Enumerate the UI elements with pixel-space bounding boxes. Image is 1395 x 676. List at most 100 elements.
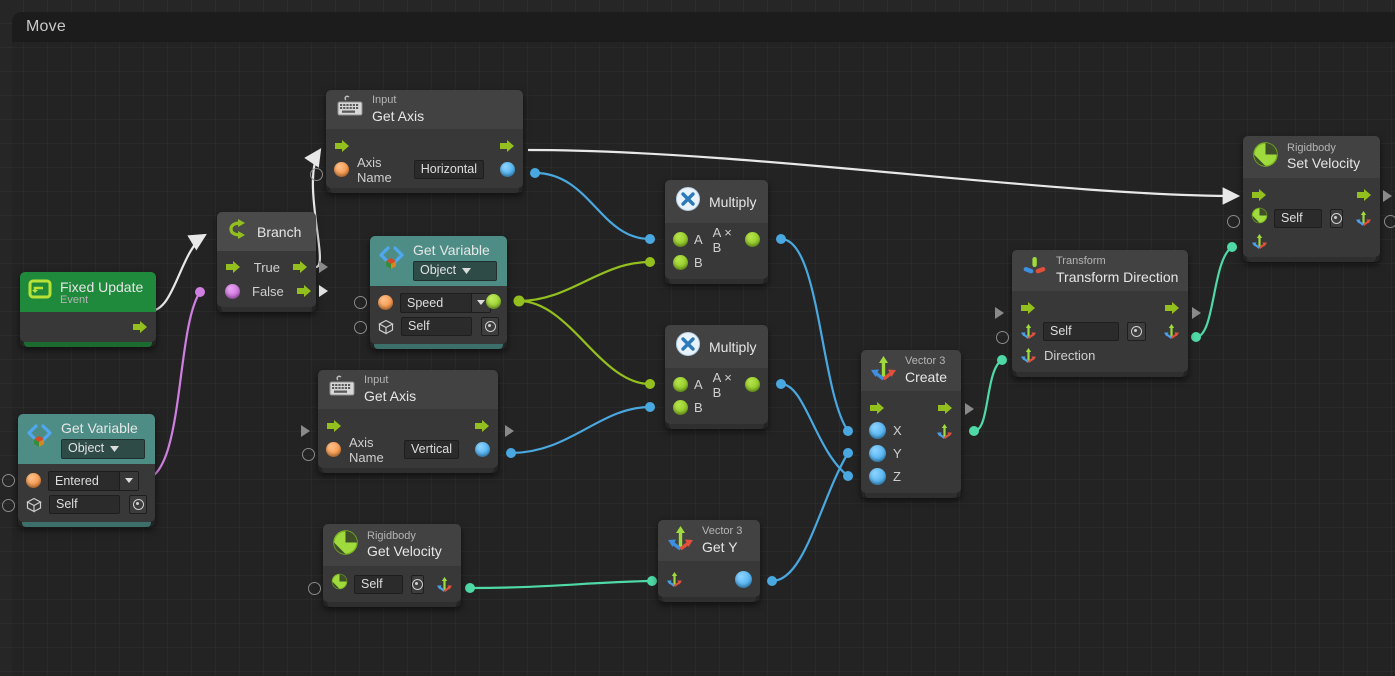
- exec-out-marker[interactable]: [319, 285, 328, 297]
- node-rigidbody-get-velocity[interactable]: Rigidbody Get Velocity Self: [323, 524, 461, 607]
- exec-out-port[interactable]: [1164, 301, 1180, 315]
- exec-out-port[interactable]: [937, 401, 953, 415]
- condition-input-port[interactable]: [225, 283, 240, 299]
- variable-name-input-port[interactable]: [378, 295, 393, 311]
- exec-in-port[interactable]: [869, 401, 885, 415]
- vector3-output-port[interactable]: [1355, 210, 1372, 226]
- object-picker-button[interactable]: [1127, 321, 1146, 341]
- source-object-field[interactable]: Self: [49, 495, 121, 515]
- operand-b-input-port[interactable]: [673, 255, 688, 270]
- node-multiply-top[interactable]: Multiply A A × B B: [665, 180, 768, 284]
- value-output-port[interactable]: [735, 570, 752, 588]
- input-port-marker[interactable]: [302, 448, 315, 461]
- exec-in-marker[interactable]: [301, 425, 310, 437]
- operand-a-input-port[interactable]: [673, 232, 688, 247]
- node-transform-direction[interactable]: Transform Transform Direction Self Direc…: [1012, 250, 1188, 377]
- vector3-icon: [667, 525, 694, 556]
- output-port-marker[interactable]: [1384, 215, 1395, 228]
- object-picker-button[interactable]: [481, 317, 499, 337]
- exec-in-port[interactable]: [1251, 188, 1267, 202]
- exec-out-marker[interactable]: [505, 425, 514, 437]
- input-port-marker[interactable]: [354, 296, 367, 309]
- input-port-marker[interactable]: [2, 474, 15, 487]
- variable-name-dropdown[interactable]: Speed: [400, 292, 491, 313]
- vector3-input-port[interactable]: [666, 571, 683, 587]
- operand-b-input-port[interactable]: [673, 400, 688, 415]
- keyboard-icon: [336, 95, 364, 124]
- exec-out-marker[interactable]: [319, 261, 328, 273]
- multiply-icon: [675, 331, 701, 362]
- x-input-port[interactable]: [869, 422, 886, 439]
- exec-in-port[interactable]: [1020, 301, 1036, 315]
- node-vector3-create[interactable]: Vector 3 Create X Y Z: [861, 350, 961, 498]
- vector3-output-port[interactable]: [936, 423, 953, 439]
- variable-scope-select[interactable]: Object: [61, 438, 145, 459]
- z-input-port[interactable]: [869, 468, 886, 485]
- transform-input-port[interactable]: [1020, 323, 1037, 339]
- node-input-get-axis-horizontal[interactable]: Input Get Axis Axis Name Horizontal: [326, 90, 523, 193]
- exec-out-marker[interactable]: [965, 403, 974, 415]
- exec-out-false-port[interactable]: [296, 284, 312, 298]
- input-port-marker[interactable]: [996, 331, 1009, 344]
- operand-a-input-port[interactable]: [673, 377, 688, 392]
- source-object-field[interactable]: Self: [401, 317, 473, 337]
- variable-name-input-port[interactable]: [26, 473, 41, 489]
- exec-in-marker[interactable]: [995, 307, 1004, 319]
- vector3-output-port[interactable]: [1163, 323, 1180, 339]
- exec-out-port[interactable]: [499, 139, 515, 153]
- axis-value-output-port[interactable]: [475, 442, 490, 457]
- input-port-marker[interactable]: [310, 168, 323, 181]
- axis-name-field[interactable]: Vertical: [404, 440, 459, 459]
- exec-out-marker[interactable]: [1383, 190, 1392, 202]
- object-picker-button[interactable]: [411, 574, 424, 594]
- y-input-port[interactable]: [869, 445, 886, 462]
- node-foot: [1247, 257, 1376, 262]
- velocity-input-port[interactable]: [1251, 233, 1268, 249]
- node-get-variable-speed[interactable]: Get Variable Object Speed Self: [370, 236, 507, 349]
- vector3create-ext-exec-out: [965, 403, 974, 415]
- axis-name-label: Axis Name: [357, 154, 392, 185]
- input-port-marker[interactable]: [354, 321, 367, 334]
- chevron-down-icon: [462, 267, 472, 274]
- node-multiply-bottom[interactable]: Multiply A A × B B: [665, 325, 768, 429]
- variable-name-dropdown[interactable]: Entered: [48, 470, 139, 491]
- axis-name-input-port[interactable]: [334, 162, 349, 177]
- input-port-marker[interactable]: [1227, 215, 1240, 228]
- exec-out-port[interactable]: [474, 419, 490, 433]
- input-port-marker[interactable]: [308, 582, 321, 595]
- target-object-field[interactable]: Self: [1043, 321, 1119, 341]
- exec-in-port[interactable]: [225, 260, 241, 274]
- node-foot: [22, 521, 151, 527]
- target-object-field[interactable]: Self: [354, 574, 403, 594]
- code-brackets-icon: [378, 245, 405, 276]
- object-picker-button[interactable]: [1330, 208, 1343, 228]
- exec-out-true-port[interactable]: [292, 260, 308, 274]
- node-vector3-get-y[interactable]: Vector 3 Get Y: [658, 520, 760, 602]
- axis-name-field[interactable]: Horizontal: [413, 160, 484, 179]
- exec-in-port[interactable]: [326, 419, 342, 433]
- node-rigidbody-set-velocity[interactable]: Rigidbody Set Velocity Self: [1243, 136, 1380, 262]
- vector3-output-port[interactable]: [436, 576, 453, 592]
- input-port-marker[interactable]: [2, 499, 15, 512]
- node-header: Multiply: [665, 180, 768, 223]
- axis-name-input-port[interactable]: [326, 442, 341, 457]
- exec-out-port[interactable]: [1356, 188, 1372, 202]
- node-get-variable-entered[interactable]: Get Variable Object Entered Self: [18, 414, 155, 527]
- exec-in-port[interactable]: [334, 139, 350, 153]
- exec-out-port[interactable]: [132, 320, 148, 334]
- variable-scope-select[interactable]: Object: [413, 260, 497, 281]
- graph-canvas[interactable]: Move Fixed Update Event Get Variable Obj…: [0, 0, 1395, 676]
- node-branch[interactable]: Branch True False: [217, 212, 316, 312]
- result-output-port[interactable]: [745, 232, 760, 247]
- direction-input-port[interactable]: [1020, 347, 1037, 363]
- result-output-port[interactable]: [745, 377, 760, 392]
- node-input-get-axis-vertical[interactable]: Input Get Axis Axis Name Vertical: [318, 370, 498, 473]
- exec-out-marker[interactable]: [1192, 307, 1201, 319]
- object-picker-button[interactable]: [129, 495, 147, 515]
- target-object-field[interactable]: Self: [1274, 208, 1322, 228]
- chevron-down-icon[interactable]: [119, 471, 138, 490]
- node-fixed-update[interactable]: Fixed Update Event: [20, 272, 156, 348]
- axis-value-output-port[interactable]: [500, 162, 515, 177]
- value-output-port[interactable]: [486, 294, 501, 309]
- node-title: Get Y: [702, 538, 738, 555]
